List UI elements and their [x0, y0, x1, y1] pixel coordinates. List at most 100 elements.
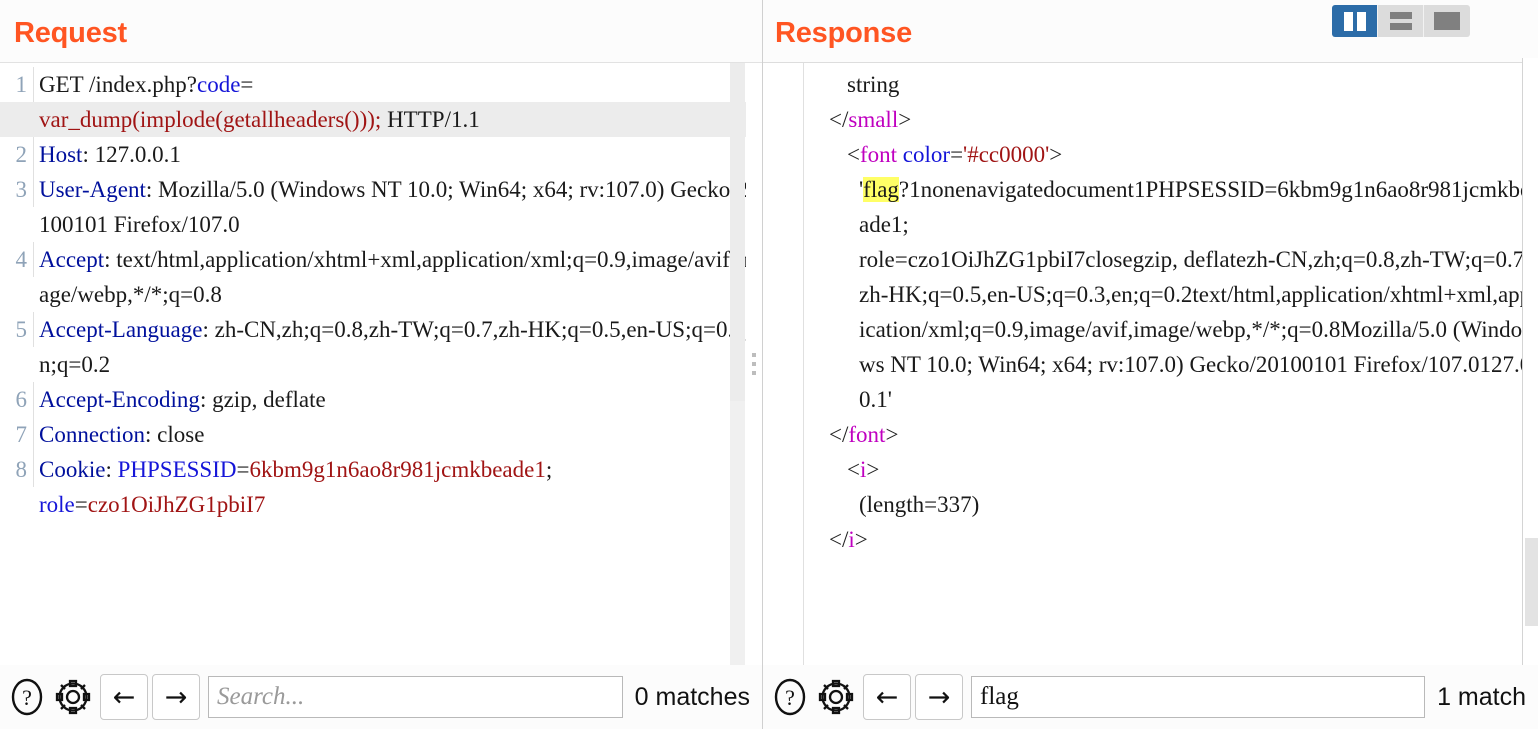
line-content: Accept-Language: zh-CN,zh;q=0.8,zh-TW;q=…	[34, 312, 762, 382]
code-span: : close	[145, 422, 204, 447]
code-span: : gzip, deflate	[200, 387, 326, 412]
layout-single-pane-button[interactable]	[1424, 5, 1470, 37]
line-content: var_dump(implode(getallheaders())); HTTP…	[34, 102, 762, 137]
response-line: </i>	[763, 522, 1538, 557]
code-span: '#cc0000'	[963, 142, 1049, 167]
window-vertical-scrollbar[interactable]	[1522, 58, 1538, 729]
response-line: role=czo1OiJhZG1pbiI7closegzip, deflatez…	[763, 242, 1538, 417]
response-editor[interactable]: string</small><font color='#cc0000'>'fla…	[763, 62, 1538, 665]
window-scroll-thumb[interactable]	[1525, 538, 1538, 626]
request-help-button[interactable]: ?	[4, 674, 50, 720]
request-line: 5Accept-Language: zh-CN,zh;q=0.8,zh-TW;q…	[0, 312, 762, 382]
code-span: ;	[546, 457, 552, 482]
request-title: Request	[14, 16, 127, 50]
request-search-next-button[interactable]: →	[152, 674, 200, 720]
response-header: Response Pretty Raw Hex Render	[763, 0, 1538, 62]
line-number: 3	[0, 172, 34, 207]
search-match-highlight: flag	[863, 177, 899, 202]
code-span: code	[197, 72, 240, 97]
response-gutter-divider	[803, 63, 804, 665]
code-span: : 127.0.0.1	[82, 142, 180, 167]
code-span: >	[1049, 142, 1062, 167]
code-span: </	[829, 422, 848, 447]
request-search-placeholder: Search...	[217, 683, 304, 711]
code-span: czo1OiJhZG1pbiI7	[88, 492, 266, 517]
code-span: Host	[39, 142, 82, 167]
svg-text:?: ?	[22, 685, 32, 710]
request-match-count: 0 matches	[635, 683, 750, 712]
line-number: 5	[0, 312, 34, 347]
request-editor[interactable]: 1GET /index.php?code=var_dump(implode(ge…	[0, 62, 762, 665]
question-mark-icon: ?	[770, 677, 810, 717]
code-span: : Mozilla/5.0 (Windows NT 10.0; Win64; x…	[39, 177, 760, 237]
horizontal-split-icon	[1390, 12, 1412, 30]
line-number: 6	[0, 382, 34, 417]
response-search-input[interactable]: flag	[971, 676, 1425, 718]
line-number: 4	[0, 242, 34, 277]
code-span: Cookie	[39, 457, 105, 482]
request-line: 4Accept: text/html,application/xhtml+xml…	[0, 242, 762, 312]
layout-vertical-split-button[interactable]	[1332, 5, 1378, 37]
request-line: 6Accept-Encoding: gzip, deflate	[0, 382, 762, 417]
response-help-button[interactable]: ?	[767, 674, 813, 720]
code-span: :	[105, 457, 117, 482]
request-settings-button[interactable]	[50, 674, 96, 720]
code-span: </	[829, 527, 848, 552]
request-code: 1GET /index.php?code=var_dump(implode(ge…	[0, 63, 762, 665]
request-search-input[interactable]: Search...	[208, 676, 623, 718]
line-content: GET /index.php?code=	[34, 67, 762, 102]
request-line: 7Connection: close	[0, 417, 762, 452]
request-line: role=czo1OiJhZG1pbiI7	[0, 487, 762, 522]
response-bottom-bar: ? ← → flag 1 match	[763, 665, 1538, 729]
request-line: var_dump(implode(getallheaders())); HTTP…	[0, 102, 762, 137]
line-content: Accept: text/html,application/xhtml+xml,…	[34, 242, 762, 312]
response-line-list: string</small><font color='#cc0000'>'fla…	[763, 63, 1538, 557]
layout-toggle-group	[1332, 5, 1470, 37]
response-line: <font color='#cc0000'>	[763, 137, 1538, 172]
request-search-prev-button[interactable]: ←	[100, 674, 148, 720]
request-vertical-scrollbar[interactable]	[730, 63, 745, 665]
line-content: User-Agent: Mozilla/5.0 (Windows NT 10.0…	[34, 172, 762, 242]
layout-horizontal-split-button[interactable]	[1378, 5, 1424, 37]
response-line: </font>	[763, 417, 1538, 452]
response-settings-button[interactable]	[813, 674, 859, 720]
line-number: 7	[0, 417, 34, 452]
vertical-split-icon	[1344, 12, 1366, 31]
request-scroll-thumb[interactable]	[730, 63, 745, 401]
response-search-value: flag	[980, 683, 1019, 711]
burp-message-editor: Request Pretty Raw Hex \n	[0, 0, 1538, 729]
code-span: >	[866, 457, 879, 482]
code-span: font	[860, 142, 903, 167]
response-title: Response	[775, 16, 912, 50]
code-span: Accept-Encoding	[39, 387, 200, 412]
line-content: Accept-Encoding: gzip, deflate	[34, 382, 762, 417]
request-header: Request Pretty Raw Hex \n	[0, 0, 762, 62]
response-line: (length=337)	[763, 487, 1538, 522]
request-line: 8Cookie: PHPSESSID=6kbm9g1n6ao8r981jcmkb…	[0, 452, 762, 487]
drag-dots-icon	[752, 353, 756, 375]
response-search-prev-button[interactable]: ←	[863, 674, 911, 720]
request-pane: Request Pretty Raw Hex \n	[0, 0, 762, 729]
gear-icon	[52, 676, 94, 718]
code-span: <	[847, 142, 860, 167]
request-bottom-bar: ? ← → Search... 0 matches	[0, 665, 762, 729]
response-search-next-button[interactable]: →	[915, 674, 963, 720]
code-span: </	[829, 107, 848, 132]
code-span: User-Agent	[39, 177, 146, 202]
response-code: string</small><font color='#cc0000'>'fla…	[763, 63, 1538, 665]
code-span: Accept	[39, 247, 104, 272]
code-span: font	[848, 422, 885, 447]
code-span: <	[847, 457, 860, 482]
response-match-count: 1 match	[1437, 683, 1526, 712]
code-span: >	[898, 107, 911, 132]
code-span: color	[903, 142, 950, 167]
code-span: var_dump(implode(getallheaders()));	[39, 107, 381, 132]
code-span: >	[855, 527, 868, 552]
request-line: 3User-Agent: Mozilla/5.0 (Windows NT 10.…	[0, 172, 762, 242]
code-span: role=czo1OiJhZG1pbiI7closegzip, deflatez…	[859, 247, 1538, 412]
code-span: =	[240, 72, 253, 97]
line-number: 8	[0, 452, 34, 487]
code-span: string	[847, 72, 899, 97]
code-span: Accept-Language	[39, 317, 202, 342]
pane-split-handle[interactable]	[746, 63, 762, 665]
